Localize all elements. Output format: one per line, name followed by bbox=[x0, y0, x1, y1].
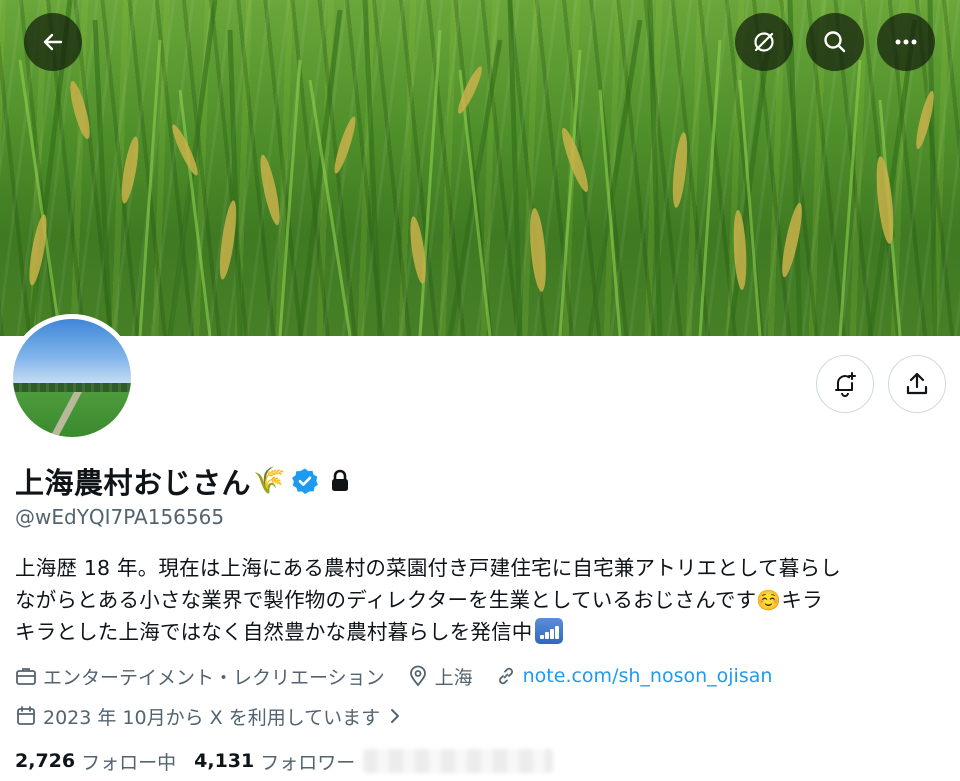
briefcase-icon bbox=[16, 668, 36, 685]
bell-plus-icon bbox=[835, 372, 856, 397]
location-text: 上海 bbox=[434, 666, 473, 689]
followers-label[interactable]: フォロワー bbox=[260, 748, 355, 775]
profile-handle: @wEdYQI7PA156565 bbox=[15, 505, 225, 529]
bio-line-2-tail: キラ bbox=[781, 588, 823, 612]
more-dots-icon bbox=[895, 39, 917, 45]
location-item: 上海 bbox=[407, 663, 473, 690]
category-item: エンターテイメント・レクリエーション bbox=[15, 663, 385, 690]
more-button[interactable] bbox=[877, 13, 935, 71]
joined-date-row[interactable]: 2023 年 10月から X を利用しています bbox=[15, 702, 410, 730]
verified-badge-icon[interactable] bbox=[291, 467, 319, 495]
search-icon bbox=[824, 31, 846, 53]
lock-icon bbox=[329, 469, 351, 493]
blurred-followers-preview bbox=[363, 749, 554, 773]
display-name: 上海農村おじさん bbox=[15, 466, 252, 500]
signal-bars-icon bbox=[534, 618, 563, 644]
back-button[interactable] bbox=[24, 13, 82, 71]
joined-text: 2023 年 10月から X を利用しています bbox=[43, 706, 381, 729]
website-link[interactable]: note.com/sh_noson_ojisan bbox=[523, 665, 773, 687]
bio-line-1: 上海歴 18 年。現在は上海にある農村の菜園付き戸建住宅に自宅兼アトリエとして暮… bbox=[15, 556, 841, 580]
share-icon bbox=[906, 372, 928, 395]
smile-emoji: ☺️ bbox=[756, 588, 782, 612]
website-item[interactable]: note.com/sh_noson_ojisan bbox=[495, 665, 773, 687]
profile-banner[interactable] bbox=[0, 0, 960, 336]
location-pin-icon bbox=[409, 665, 426, 687]
following-count[interactable]: 2,726 bbox=[15, 750, 75, 772]
avatar-sky bbox=[13, 319, 131, 388]
share-button[interactable] bbox=[888, 355, 946, 413]
grok-icon bbox=[754, 32, 774, 52]
profile-bio: 上海歴 18 年。現在は上海にある農村の菜園付き戸建住宅に自宅兼アトリエとして暮… bbox=[15, 552, 950, 648]
followers-count[interactable]: 4,131 bbox=[194, 750, 254, 772]
bio-line-2-text: ながらとある小さな業界で製作物のディレクターを生業としているおじさんです bbox=[15, 588, 757, 612]
link-icon bbox=[498, 667, 513, 685]
chevron-right-icon bbox=[391, 709, 400, 723]
grok-button[interactable] bbox=[735, 13, 793, 71]
following-label[interactable]: フォロー中 bbox=[81, 748, 176, 775]
rice-emoji: 🌾 bbox=[253, 466, 286, 496]
search-button[interactable] bbox=[806, 13, 864, 71]
bio-line-3: キラとした上海ではなく自然豊かな農村暮らしを発信中 bbox=[15, 616, 950, 648]
category-text: エンターテイメント・レクリエーション bbox=[43, 666, 385, 689]
bio-line-3-text: キラとした上海ではなく自然豊かな農村暮らしを発信中 bbox=[15, 620, 533, 644]
bio-line-2: ながらとある小さな業界で製作物のディレクターを生業としているおじさんです☺️キラ bbox=[15, 584, 950, 616]
profile-name-row: 上海農村おじさん 🌾 bbox=[15, 460, 351, 502]
follow-counts-row: 2,726 フォロー中 4,131 フォロワー bbox=[15, 746, 554, 776]
profile-meta-row: エンターテイメント・レクリエーション 上海 note.com/sh_noson_… bbox=[15, 662, 794, 690]
arrow-left-icon bbox=[43, 33, 63, 51]
calendar-icon bbox=[17, 706, 35, 725]
notify-button[interactable] bbox=[816, 355, 874, 413]
profile-avatar[interactable] bbox=[8, 314, 136, 442]
